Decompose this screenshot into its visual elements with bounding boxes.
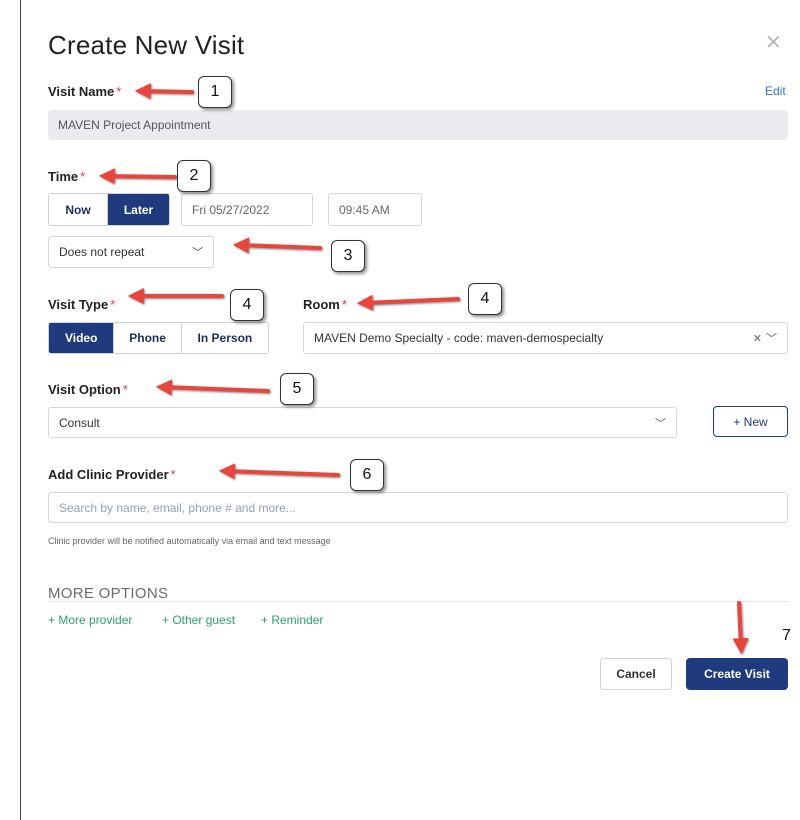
create-visit-button[interactable]: Create Visit	[686, 658, 788, 690]
new-visit-option-button[interactable]: + New	[713, 406, 788, 437]
arrow-time	[98, 168, 177, 185]
cancel-button[interactable]: Cancel	[600, 658, 672, 690]
room-select[interactable]: MAVEN Demo Specialty - code: maven-demos…	[303, 322, 788, 354]
visit-name-label: Visit Name *	[48, 84, 121, 99]
arrow-clinic-provider	[218, 463, 340, 480]
callout-4a: 4	[230, 289, 264, 321]
left-border-line	[20, 0, 21, 820]
arrow-repeat	[232, 237, 322, 254]
visit-name-field: MAVEN Project Appointment	[48, 110, 788, 140]
visit-option-select-value: Consult	[59, 415, 100, 430]
other-guest-link[interactable]: + Other guest	[162, 613, 235, 627]
callout-1: 1	[198, 76, 232, 108]
required-mark: *	[170, 467, 176, 482]
required-mark: *	[80, 169, 86, 184]
required-mark: *	[341, 297, 347, 312]
required-mark: *	[110, 297, 116, 312]
callout-4b: 4	[468, 283, 502, 315]
visit-type-video-option[interactable]: Video	[49, 323, 115, 353]
edit-visit-name-link[interactable]: Edit	[765, 84, 786, 98]
time-later-option[interactable]: Later	[108, 194, 169, 225]
visit-type-label: Visit Type *	[48, 297, 115, 312]
arrow-visit-option	[155, 379, 270, 396]
callout-5: 5	[280, 373, 314, 405]
chevron-down-icon: ﹀	[192, 247, 203, 259]
arrow-room	[356, 294, 460, 311]
time-input[interactable]: 09:45 AM	[328, 193, 422, 226]
time-toggle: Now Later	[48, 193, 170, 226]
dialog-title: Create New Visit	[48, 30, 245, 60]
date-input[interactable]: Fri 05/27/2022	[181, 193, 313, 226]
required-mark: *	[122, 382, 128, 397]
time-label: Time *	[48, 169, 85, 184]
clear-icon[interactable]: ✕	[753, 333, 762, 345]
visit-option-label-text: Visit Option	[48, 382, 121, 397]
required-mark: *	[116, 84, 122, 99]
room-label-text: Room	[303, 297, 340, 312]
reminder-link[interactable]: + Reminder	[261, 613, 323, 627]
time-label-text: Time	[48, 169, 79, 184]
more-options-divider	[48, 601, 788, 602]
room-label: Room *	[303, 297, 347, 312]
callout-7: 7	[782, 627, 791, 644]
callout-3: 3	[331, 240, 365, 272]
close-icon[interactable]: ✕	[765, 30, 782, 55]
clinic-provider-search-input[interactable]: Search by name, email, phone # and more.…	[48, 492, 788, 523]
chevron-down-icon: ﹀	[655, 417, 666, 430]
more-options-title: MORE OPTIONS	[48, 585, 169, 602]
time-now-option[interactable]: Now	[49, 194, 109, 225]
clinic-provider-label: Add Clinic Provider *	[48, 467, 176, 482]
repeat-select-value: Does not repeat	[59, 245, 145, 259]
arrow-create-visit	[732, 601, 749, 655]
visit-type-phone-option[interactable]: Phone	[114, 323, 182, 353]
repeat-select[interactable]: Does not repeat ﹀	[48, 236, 214, 268]
callout-2: 2	[177, 160, 211, 192]
clinic-provider-hint: Clinic provider will be notified automat…	[48, 536, 331, 546]
room-select-value: MAVEN Demo Specialty - code: maven-demos…	[314, 331, 604, 345]
more-provider-link[interactable]: + More provider	[48, 613, 132, 627]
clinic-provider-search-placeholder: Search by name, email, phone # and more.…	[59, 500, 296, 515]
chevron-down-icon[interactable]: ﹀	[766, 333, 777, 345]
visit-option-select[interactable]: Consult ﹀	[48, 407, 677, 438]
visit-type-label-text: Visit Type	[48, 297, 109, 312]
visit-name-label-text: Visit Name	[48, 84, 115, 99]
visit-type-in-person-option[interactable]: In Person	[181, 323, 268, 353]
callout-6: 6	[350, 459, 384, 491]
clinic-provider-label-text: Add Clinic Provider	[48, 467, 169, 482]
visit-type-toggle: Video Phone In Person	[48, 322, 269, 354]
arrow-visit-name	[134, 83, 194, 100]
visit-option-label: Visit Option *	[48, 382, 128, 397]
